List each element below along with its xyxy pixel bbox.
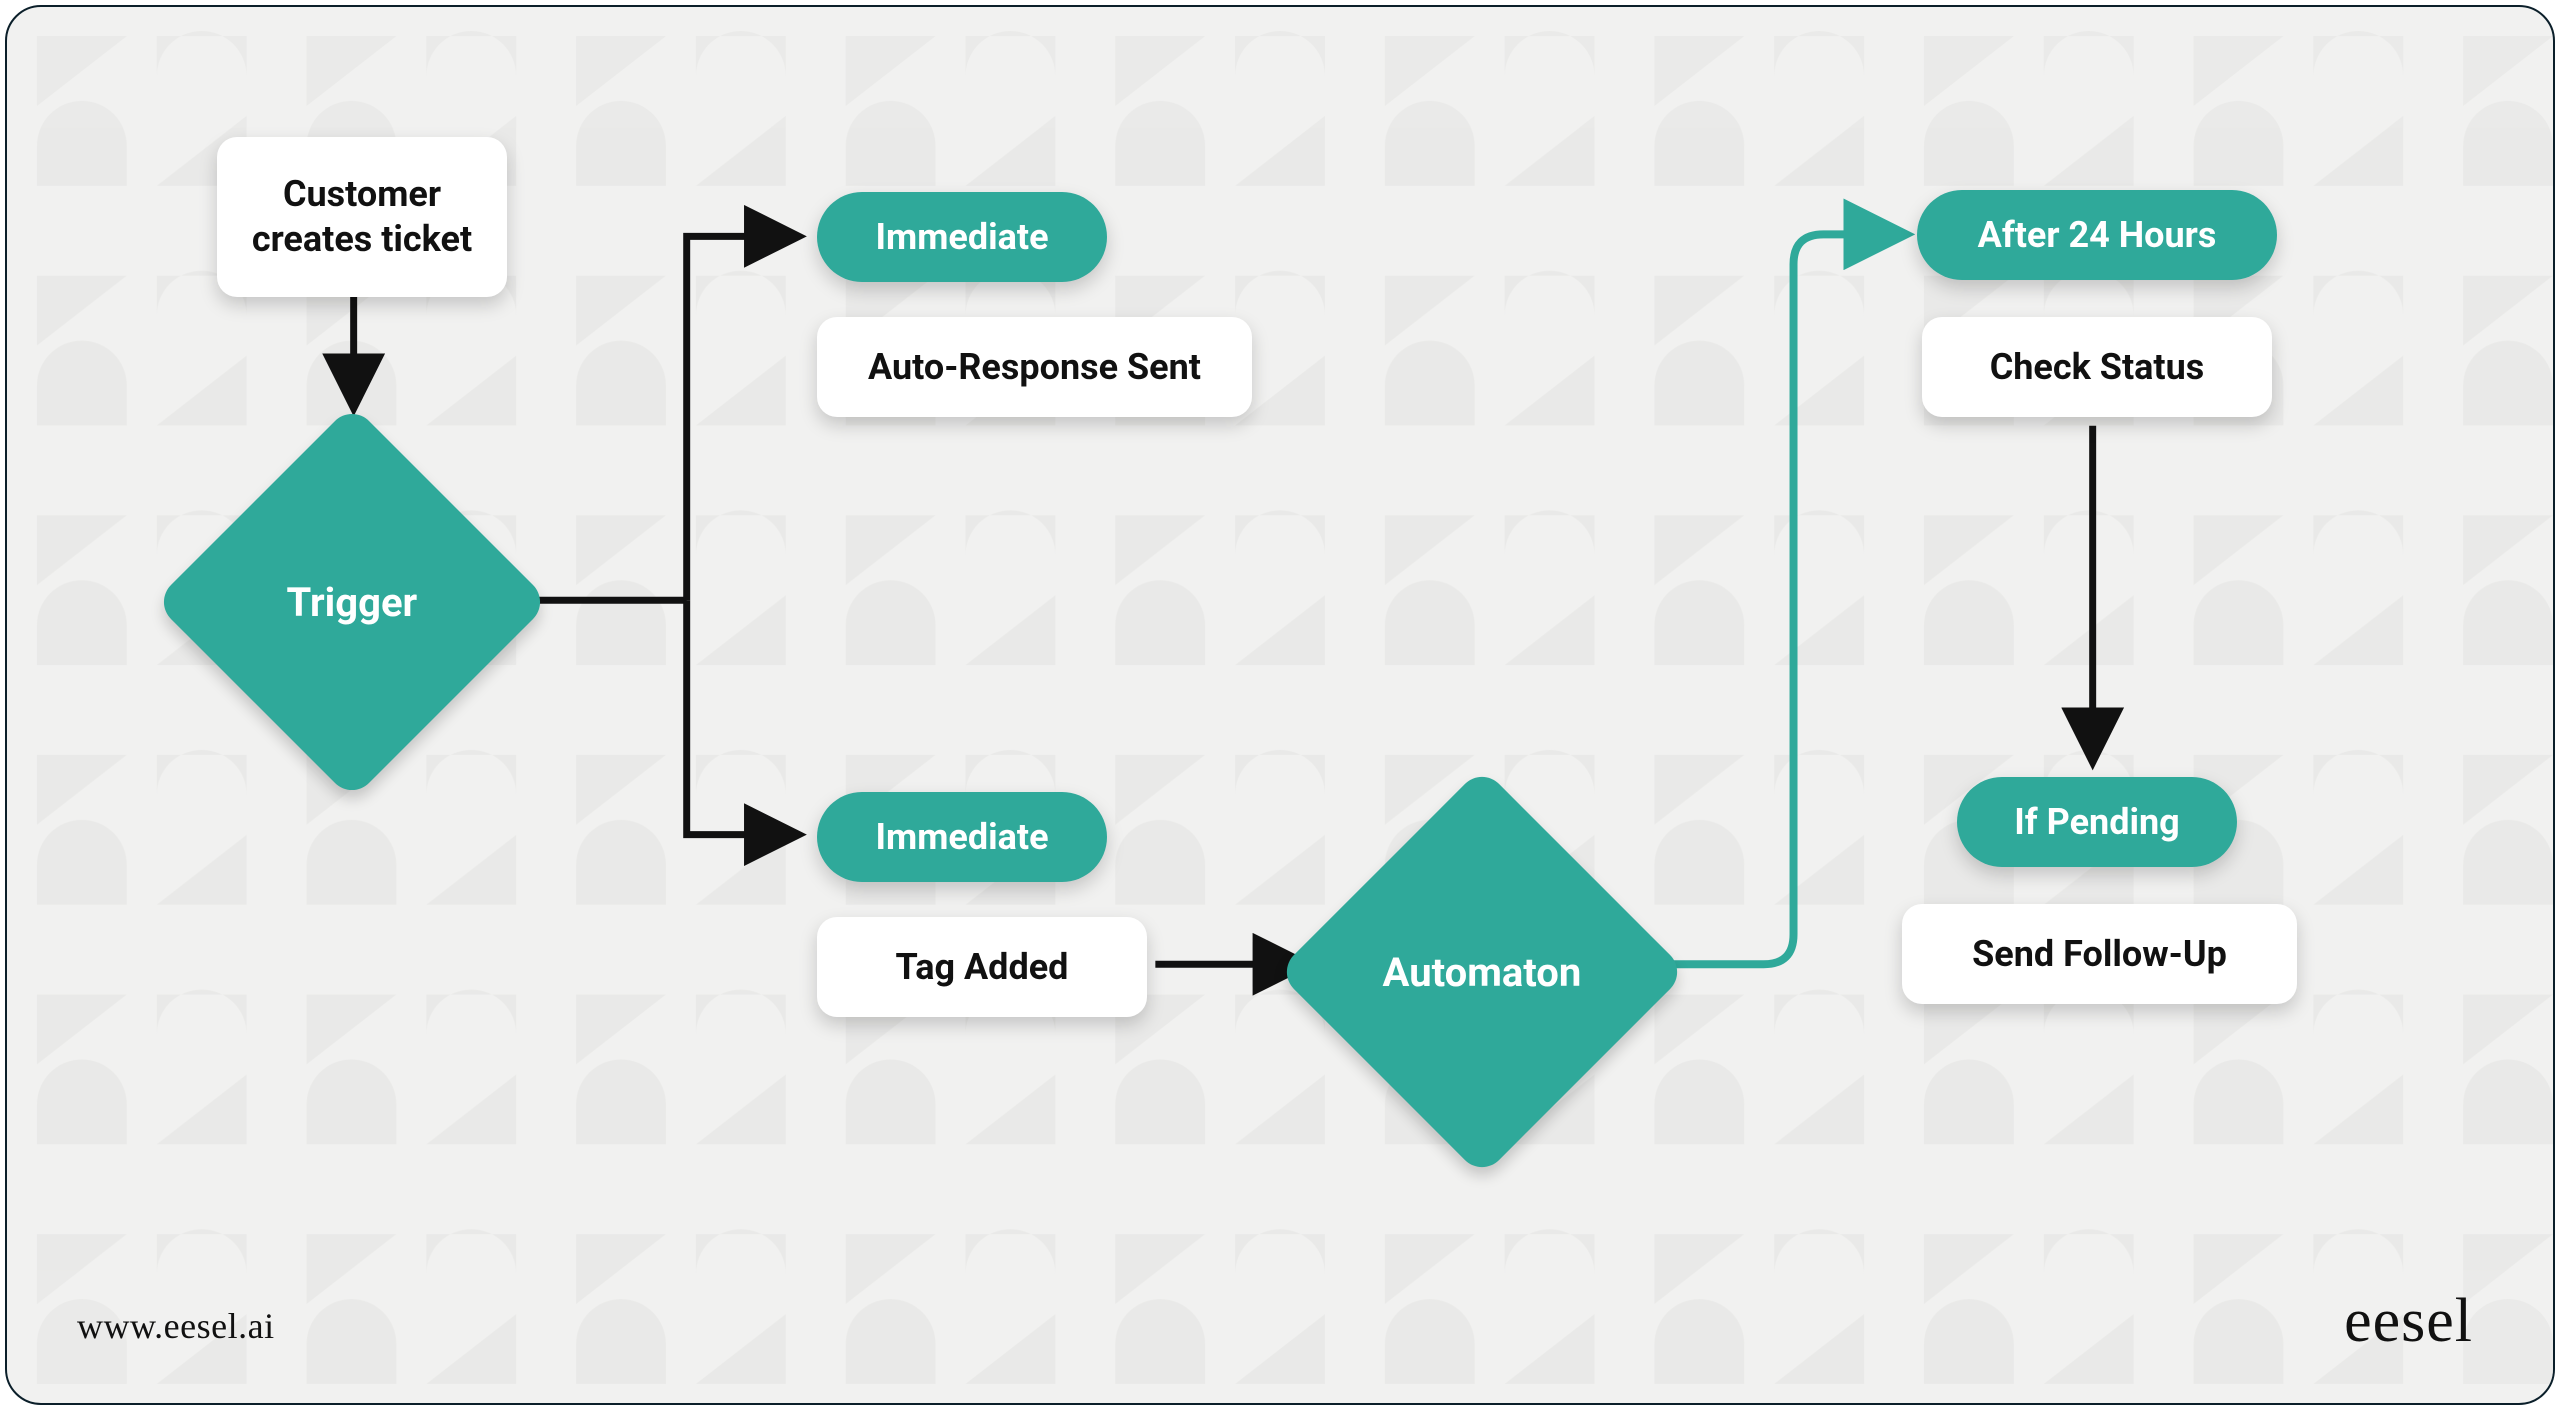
node-if-pending: If Pending bbox=[1957, 777, 2237, 867]
node-tag-added: Tag Added bbox=[817, 917, 1147, 1017]
node-check-status: Check Status bbox=[1922, 317, 2272, 417]
node-trigger-label: Trigger bbox=[287, 578, 418, 625]
node-auto-response: Auto-Response Sent bbox=[817, 317, 1252, 417]
node-start: Customer creates ticket bbox=[217, 137, 507, 297]
node-send-follow-up: Send Follow-Up bbox=[1902, 904, 2297, 1004]
footer-brand: eesel bbox=[2344, 1286, 2473, 1357]
diagram-frame: Customer creates ticket Trigger Immediat… bbox=[5, 5, 2555, 1405]
node-immediate-2: Immediate bbox=[817, 792, 1107, 882]
node-after-24: After 24 Hours bbox=[1917, 190, 2277, 280]
footer-url: www.eesel.ai bbox=[77, 1305, 275, 1347]
node-automaton-label: Automaton bbox=[1383, 948, 1582, 995]
node-immediate-1: Immediate bbox=[817, 192, 1107, 282]
